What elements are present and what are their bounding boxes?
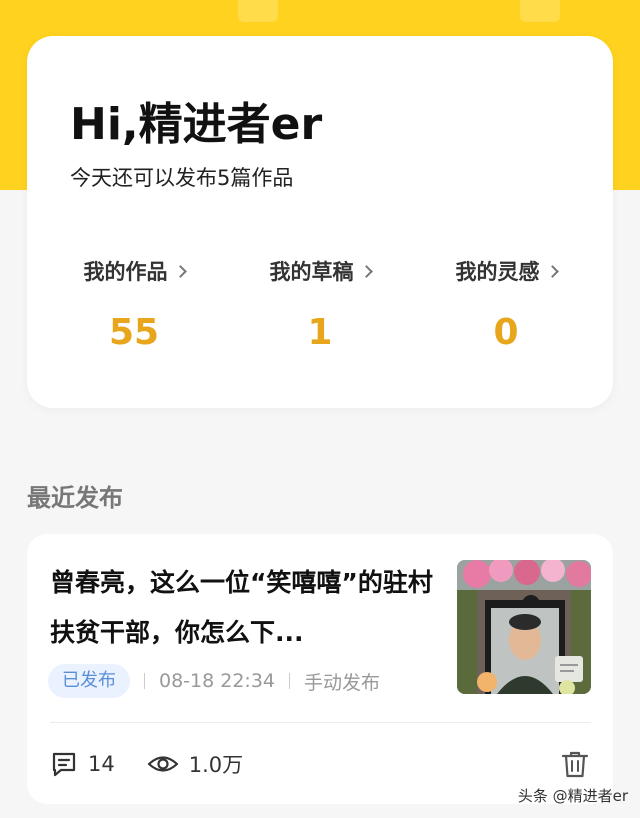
section-title-recent: 最近发布 [27, 484, 123, 512]
post-actions: 14 1.0万 [50, 746, 243, 782]
decorative-shape [520, 0, 560, 22]
greeting-title: Hi,精进者er [70, 99, 323, 150]
stat-label: 我的灵感 [456, 256, 559, 286]
post-time: 08-18 22:34 [159, 670, 276, 692]
chevron-right-icon [545, 265, 559, 278]
post-title[interactable]: 曾春亮，这么一位“笑嘻嘻”的驻村扶贫干部，你怎么下... [50, 558, 450, 658]
comment-count: 14 [88, 752, 115, 776]
eye-icon [147, 750, 179, 778]
meta-divider [144, 673, 145, 689]
stat-my-drafts[interactable]: 我的草稿 1 [240, 256, 400, 353]
card-divider [50, 722, 591, 723]
stat-value: 0 [493, 312, 519, 353]
stat-value: 1 [307, 312, 333, 353]
post-thumbnail[interactable] [457, 560, 591, 694]
comment-icon[interactable] [50, 750, 78, 778]
view-count: 1.0万 [188, 753, 244, 777]
decorative-shape [238, 0, 278, 22]
stat-label: 我的草稿 [270, 256, 373, 286]
chevron-right-icon [359, 265, 373, 278]
recent-post-card[interactable]: 曾春亮，这么一位“笑嘻嘻”的驻村扶贫干部，你怎么下... 已发布 08-18 2… [27, 534, 613, 804]
publish-quota-text: 今天还可以发布5篇作品 [70, 166, 294, 190]
profile-card: Hi,精进者er 今天还可以发布5篇作品 我的作品 55 我的草稿 1 我的灵感… [27, 36, 613, 408]
watermark: 头条 @精进者er [517, 787, 628, 805]
trash-icon[interactable] [559, 748, 591, 780]
stat-my-inspirations[interactable]: 我的灵感 0 [426, 256, 586, 353]
publish-mode: 手动发布 [304, 671, 381, 694]
stat-label: 我的作品 [84, 256, 187, 286]
status-badge: 已发布 [48, 664, 130, 698]
meta-divider [289, 673, 291, 689]
stat-value: 55 [108, 312, 160, 353]
post-meta: 已发布 08-18 22:34 手动发布 [48, 664, 380, 698]
chevron-right-icon [173, 265, 187, 278]
stat-my-works[interactable]: 我的作品 55 [54, 256, 214, 353]
